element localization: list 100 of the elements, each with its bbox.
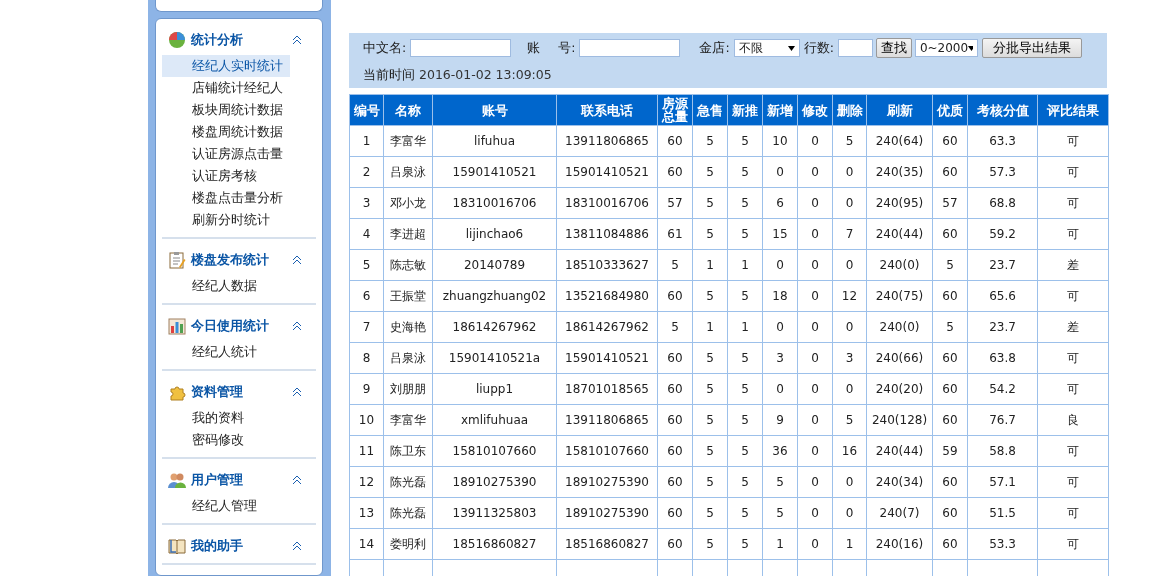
collapse-icon[interactable] [292, 321, 302, 331]
section-title[interactable]: 今日使用统计 [191, 317, 292, 335]
table-cell: 5 [832, 125, 867, 157]
sidebar-item[interactable]: 经纪人实时统计 [162, 55, 290, 77]
sidebar-item[interactable]: 认证房考核 [162, 165, 290, 187]
section-title[interactable]: 我的助手 [191, 537, 292, 555]
table-cell: 12 [349, 466, 384, 498]
column-header[interactable]: 考核分值 [967, 94, 1038, 126]
section-title[interactable]: 资料管理 [191, 383, 292, 401]
table-cell: 60 [657, 466, 693, 498]
table-cell: 2 [349, 156, 384, 188]
column-header[interactable]: 账号 [432, 94, 557, 126]
table-cell: 36 [762, 435, 798, 467]
column-header[interactable]: 刷新 [866, 94, 933, 126]
table-cell: 15901410521 [556, 342, 658, 374]
table-cell: 5 [692, 466, 728, 498]
table-cell: 5 [657, 311, 693, 343]
export-button[interactable]: 分批导出结果 [981, 38, 1082, 58]
store-select[interactable]: 不限 [733, 39, 800, 57]
table-cell: 1 [832, 528, 867, 560]
table-cell: 1 [349, 125, 384, 157]
table-cell: 5 [692, 528, 728, 560]
table-cell: 18910275390 [556, 497, 658, 529]
collapse-icon[interactable] [292, 35, 302, 45]
table-cell: 13911325803 [432, 497, 557, 529]
table-cell: 李富华 [383, 125, 433, 157]
table-cell: 240(0) [866, 249, 933, 281]
table-cell: 61 [657, 218, 693, 250]
sidebar-item[interactable]: 经纪人统计 [162, 341, 290, 363]
table-cell: 5 [692, 218, 728, 250]
table-cell: 刘朋朋 [383, 373, 433, 405]
column-header[interactable]: 联系电话 [556, 94, 658, 126]
table-cell: 53.3 [967, 528, 1038, 560]
sidebar-item[interactable]: 经纪人管理 [162, 495, 290, 517]
table-cell: 3 [832, 342, 867, 374]
table-cell: 60 [932, 342, 968, 374]
table-cell: 5 [832, 404, 867, 436]
table-cell: 12 [832, 280, 867, 312]
collapse-icon[interactable] [292, 255, 302, 265]
table-cell: 0 [762, 156, 798, 188]
column-header[interactable]: 新推 [727, 94, 763, 126]
range-select[interactable]: 0~2000 [914, 39, 978, 57]
table-cell: 可 [1037, 280, 1109, 312]
sidebar-item[interactable]: 我的资料 [162, 407, 290, 429]
column-header[interactable]: 名称 [383, 94, 433, 126]
table-cell: 59.2 [967, 218, 1038, 250]
sidebar-item[interactable]: 经纪人数据 [162, 275, 290, 297]
table-cell: 5 [692, 280, 728, 312]
search-button[interactable]: 查找 [875, 38, 912, 58]
table-cell: 15810107660 [432, 435, 557, 467]
table-cell: 18910275390 [432, 466, 557, 498]
table-cell: 13811084886 [556, 218, 658, 250]
table-cell: 5 [727, 404, 763, 436]
sidebar-item[interactable]: 店铺统计经纪人 [162, 77, 290, 99]
sidebar-item[interactable]: 楼盘点击量分析 [162, 187, 290, 209]
collapse-icon[interactable] [292, 475, 302, 485]
section-title[interactable]: 用户管理 [191, 471, 292, 489]
table-cell: 5 [727, 156, 763, 188]
account-input[interactable] [579, 39, 681, 57]
column-header[interactable]: 编号 [349, 94, 384, 126]
table-cell: 13521684980 [556, 280, 658, 312]
table-cell: 15901410521a [432, 342, 557, 374]
collapse-icon[interactable] [292, 387, 302, 397]
table-cell: 240(35) [866, 156, 933, 188]
table-cell: 0 [832, 497, 867, 529]
table-cell: 5 [692, 497, 728, 529]
table-cell: 0 [762, 249, 798, 281]
column-header[interactable]: 删除 [832, 94, 867, 126]
field-label: 金店: [699, 39, 730, 57]
table-cell: 陈光磊 [383, 466, 433, 498]
sidebar-item[interactable]: 认证房源点击量 [162, 143, 290, 165]
field-label: 账 [527, 39, 541, 57]
column-header[interactable]: 急售 [692, 94, 728, 126]
table-cell: 5 [692, 404, 728, 436]
column-header[interactable]: 新增 [762, 94, 798, 126]
table-cell: 57 [932, 187, 968, 219]
name-input[interactable] [410, 39, 512, 57]
table-cell: 57 [657, 187, 693, 219]
table-cell: 5 [762, 497, 798, 529]
collapse-icon[interactable] [292, 541, 302, 551]
table-cell: 18 [762, 280, 798, 312]
table-cell: 240(44) [866, 435, 933, 467]
table-cell: 0 [797, 497, 833, 529]
table-cell: 李进超 [383, 218, 433, 250]
table-cell: 5 [727, 528, 763, 560]
section-title[interactable]: 楼盘发布统计 [191, 251, 292, 269]
sidebar-item[interactable]: 密码修改 [162, 429, 290, 451]
sidebar-item[interactable]: 刷新分时统计 [162, 209, 290, 231]
rows-input[interactable] [837, 39, 873, 57]
table-cell: 11 [349, 435, 384, 467]
sidebar-item[interactable]: 楼盘周统计数据 [162, 121, 290, 143]
section-title[interactable]: 统计分析 [191, 31, 292, 49]
column-header[interactable]: 房源总量 [657, 94, 693, 126]
table-cell: 可 [1037, 187, 1109, 219]
table-cell: 60 [657, 156, 693, 188]
column-header[interactable]: 修改 [797, 94, 833, 126]
sidebar-item[interactable]: 板块周统计数据 [162, 99, 290, 121]
table-cell: 5 [762, 466, 798, 498]
column-header[interactable]: 评比结果 [1037, 94, 1109, 126]
column-header[interactable]: 优质 [932, 94, 968, 126]
